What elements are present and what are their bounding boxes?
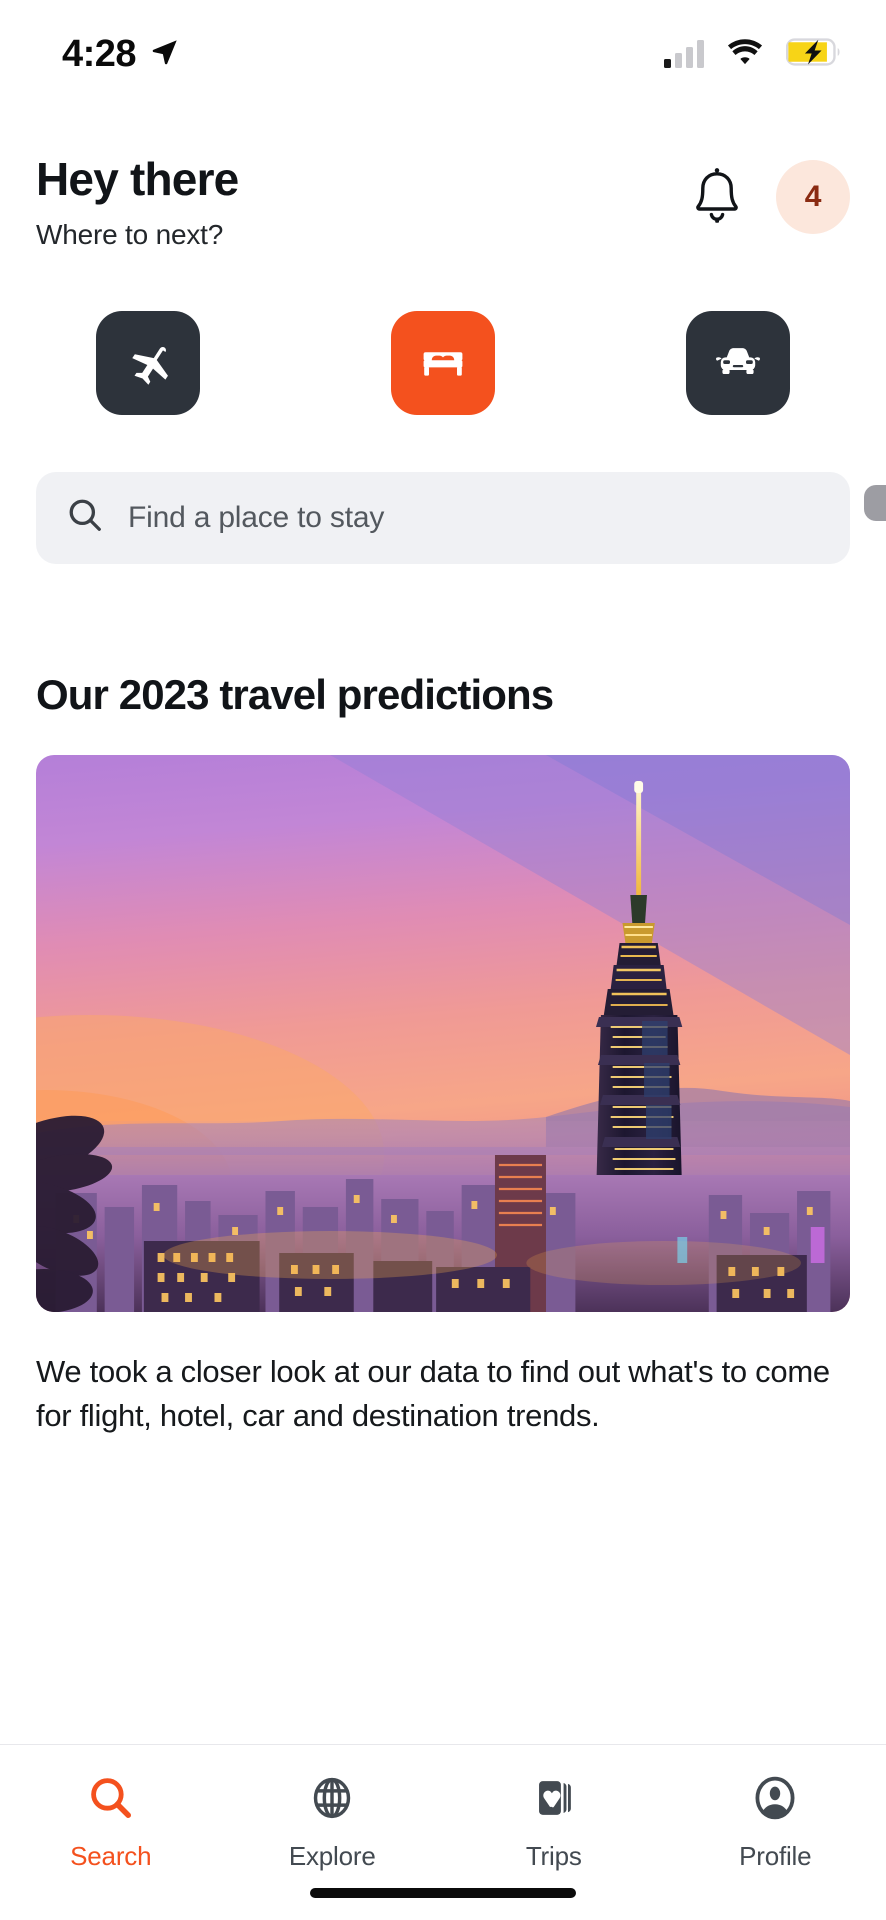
search-icon xyxy=(87,1769,135,1827)
nav-label-explore: Explore xyxy=(288,1841,376,1871)
rewards-badge-button[interactable]: 4 xyxy=(776,160,850,234)
hero-image-taipei-skyline[interactable] xyxy=(36,754,850,1312)
location-arrow-icon xyxy=(150,37,180,72)
greeting-block: Hey there Where to next? xyxy=(36,150,239,251)
cellular-signal-icon xyxy=(664,40,704,68)
section-description: We took a closer look at our data to fin… xyxy=(36,1353,830,1433)
wifi-icon xyxy=(726,37,764,72)
battery-charging-icon xyxy=(785,37,842,72)
status-bar-left: 4:28 xyxy=(62,35,180,73)
home-indicator xyxy=(310,1888,576,1898)
category-button-cars[interactable] xyxy=(686,310,790,415)
search-bar[interactable] xyxy=(36,471,850,564)
notifications-button[interactable] xyxy=(686,166,748,228)
predictions-section: Our 2023 travel predictions We took a cl… xyxy=(0,564,886,1438)
scrollbar-thumb[interactable] xyxy=(864,485,886,521)
page-title: Hey there xyxy=(36,153,239,205)
category-selector xyxy=(0,251,886,415)
header-actions: 4 xyxy=(686,150,850,234)
nav-item-profile[interactable]: Profile xyxy=(665,1769,886,1872)
search-input[interactable] xyxy=(128,500,820,535)
page-subtitle: Where to next? xyxy=(36,218,224,250)
category-button-flights[interactable] xyxy=(96,310,200,415)
bed-icon xyxy=(419,337,467,388)
section-title: Our 2023 travel predictions xyxy=(36,670,554,718)
search-section xyxy=(0,415,886,564)
nav-item-explore[interactable]: Explore xyxy=(222,1769,444,1872)
city-skyline xyxy=(36,1154,850,1312)
page-header: Hey there Where to next? 4 xyxy=(0,108,886,251)
nav-label-profile: Profile xyxy=(739,1841,812,1871)
person-circle-icon xyxy=(751,1769,799,1827)
badge-count: 4 xyxy=(804,180,822,213)
status-bar-right xyxy=(664,37,842,72)
skyline-illustration xyxy=(36,754,850,1312)
search-icon xyxy=(66,496,104,539)
nav-label-trips: Trips xyxy=(525,1841,582,1871)
car-icon xyxy=(712,335,764,390)
nav-label-search: Search xyxy=(70,1841,152,1871)
app-screen: 4:28 Hey there Where to next? 4 Find a p… xyxy=(0,0,886,1920)
notification-bell-icon xyxy=(691,167,743,227)
category-button-hotels[interactable] xyxy=(391,310,495,415)
nav-item-search[interactable]: Search xyxy=(0,1769,222,1872)
globe-icon xyxy=(309,1769,355,1827)
airplane-icon xyxy=(123,336,173,389)
cards-heart-icon xyxy=(531,1769,577,1827)
status-bar: 4:28 xyxy=(0,0,886,108)
nav-item-trips[interactable]: Trips xyxy=(443,1769,665,1872)
status-bar-clock: 4:28 xyxy=(62,33,137,75)
